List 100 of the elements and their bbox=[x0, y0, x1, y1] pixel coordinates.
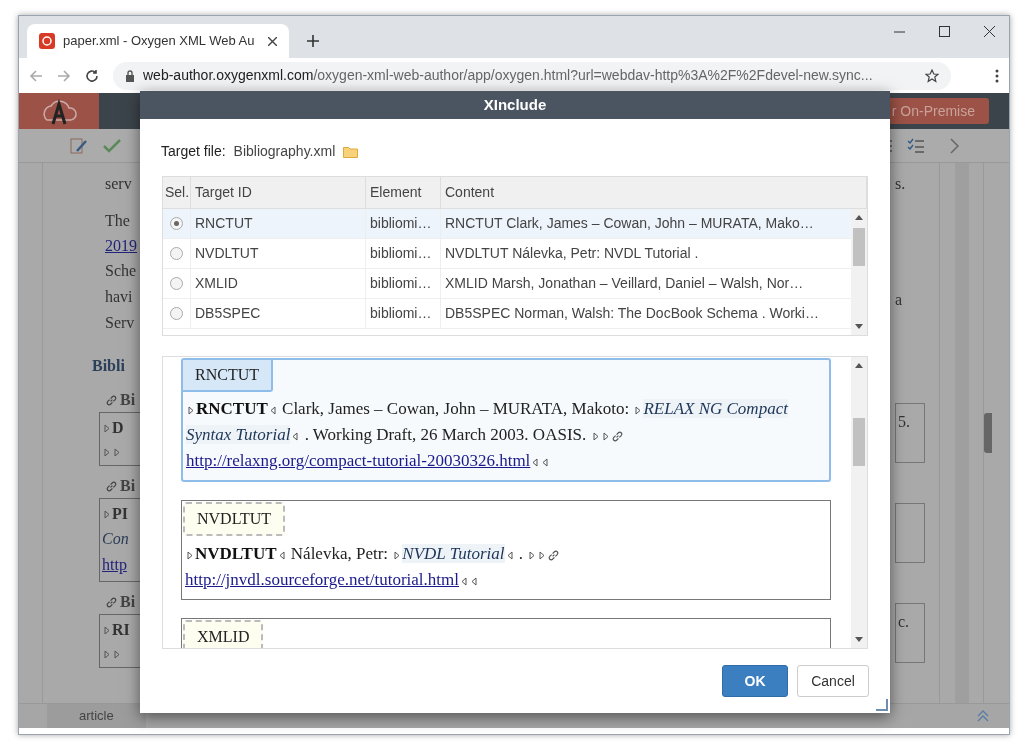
table-cell: bibliomi… bbox=[366, 299, 441, 328]
table-cell-text: DB5SPEC Norman, Walsh: The DocBook Schema . Worki… bbox=[444, 304, 820, 323]
entry-fragment: Con bbox=[102, 529, 130, 549]
entry-text: . bbox=[517, 544, 525, 563]
title-text: NVDL Tutorial bbox=[402, 544, 505, 563]
table-cell: DB5SPEC bbox=[191, 299, 366, 328]
paragraph-fragment: The bbox=[105, 211, 130, 231]
checklist-icon[interactable] bbox=[907, 137, 925, 154]
table-row[interactable]: DB5SPEC bibliomi… DB5SPEC Norman, Walsh: The DocBook Schema . Worki… bbox=[163, 299, 851, 329]
tag-start-icon bbox=[187, 550, 193, 560]
column-header[interactable]: Target ID bbox=[191, 177, 366, 208]
paragraph-fragment: serv bbox=[105, 174, 132, 194]
url-link[interactable]: http://relaxng.org/compact-tutorial-20030326.html bbox=[186, 451, 531, 470]
maximize-icon[interactable] bbox=[939, 26, 950, 37]
entry-text: . Working Draft, 26 March 2003. OASIS. bbox=[303, 425, 588, 444]
link-fragment: http bbox=[102, 555, 128, 576]
ok-button[interactable]: OK bbox=[722, 665, 788, 697]
close-icon[interactable] bbox=[984, 26, 995, 37]
entry-id-label: NVDLTUT bbox=[183, 502, 286, 536]
chevron-right-icon[interactable] bbox=[949, 137, 959, 154]
table-cell: NVDLTUT bbox=[191, 239, 366, 268]
entry-text: Clark, James – Cowan, John – MURATA, Makoto: bbox=[281, 399, 631, 418]
entry-card[interactable]: NVDLTUT NVDLTUT Nálevka, Petr: NVDL Tutorial . http://jnvdl.sourceforge.net/tutorial.html bbox=[181, 500, 831, 600]
lock-icon bbox=[125, 69, 135, 82]
table-cell: bibliomi… bbox=[366, 239, 441, 268]
entry-box: c. bbox=[895, 603, 925, 663]
new-tab-icon[interactable] bbox=[307, 35, 319, 47]
entry-text: Nálevka, Petr: bbox=[289, 544, 390, 563]
table-cell: RNCTUT bbox=[191, 209, 366, 238]
check-icon[interactable] bbox=[103, 137, 121, 154]
tag-start-icon bbox=[104, 625, 110, 635]
edit-icon[interactable] bbox=[69, 135, 89, 156]
entry-fragment: D bbox=[112, 418, 124, 438]
column-header[interactable]: Sel. bbox=[163, 177, 191, 208]
entry-fragment: Bi bbox=[120, 390, 136, 410]
app-logo-icon bbox=[39, 33, 55, 49]
star-icon[interactable] bbox=[925, 68, 939, 83]
tag-end-icon bbox=[292, 431, 299, 441]
table-row[interactable]: XMLID bibliomi… XMLID Marsh, Jonathan – Veillard, Daniel – Walsh, Nor… bbox=[163, 269, 851, 299]
reload-icon[interactable] bbox=[85, 68, 99, 83]
tag-end-icon bbox=[506, 550, 513, 560]
table-cell: XMLID bbox=[191, 269, 366, 298]
url-text: web-author.oxygenxml.com/oxygen-xml-web-author/app/oxygen.html?url=webdav-http%3A%2F%2Fdevel-new.sync... bbox=[143, 66, 874, 85]
entry-card[interactable]: RNCTUT RNCTUT Clark, James – Cowan, John – MURATA, Makoto: RELAX NG Compact Syntax Tutorial . Working Draft, 26 March 2003. OASIS. http://relaxng.org/compact-tutorial-20030326.html bbox=[181, 358, 831, 482]
paragraph-fragment: havi bbox=[105, 287, 133, 307]
radio-button[interactable] bbox=[170, 307, 183, 320]
scrollbar[interactable] bbox=[851, 209, 867, 335]
expand-up-icon[interactable] bbox=[977, 710, 989, 722]
panel-handle[interactable] bbox=[984, 413, 992, 453]
radio-button[interactable] bbox=[170, 217, 183, 230]
table-cell: bibliomi… bbox=[366, 209, 441, 238]
resize-handle-icon[interactable] bbox=[874, 697, 888, 711]
scroll-up-icon[interactable] bbox=[855, 363, 863, 368]
cancel-button[interactable]: Cancel bbox=[797, 665, 869, 697]
browser-tab[interactable]: paper.xml - Oxygen XML Web Au bbox=[27, 24, 289, 58]
scrollbar[interactable] bbox=[851, 357, 867, 648]
radio-button[interactable] bbox=[170, 247, 183, 260]
close-icon[interactable] bbox=[268, 36, 277, 46]
forward-icon[interactable] bbox=[57, 68, 71, 83]
scroll-thumb[interactable] bbox=[853, 228, 865, 266]
scroll-down-icon[interactable] bbox=[855, 637, 863, 642]
entry-box: 5. bbox=[895, 403, 925, 463]
paragraph-fragment: s. bbox=[895, 174, 906, 194]
tag-start-icon bbox=[188, 405, 194, 415]
tag-start-icon bbox=[104, 423, 110, 433]
status-tab[interactable]: article bbox=[47, 704, 146, 728]
url-link[interactable]: http://jnvdl.sourceforge.net/tutorial.html bbox=[185, 570, 459, 589]
column-header[interactable]: Element bbox=[366, 177, 441, 208]
table-row[interactable]: NVDLTUT bibliomi… NVDLTUT Nálevka, Petr: NVDL Tutorial . bbox=[163, 239, 851, 269]
paragraph-fragment: a bbox=[895, 290, 903, 310]
table-row[interactable]: RNCTUT bibliomi… RNCTUT Clark, James – Cowan, John – MURATA, Mako… bbox=[163, 209, 851, 239]
folder-icon[interactable] bbox=[343, 145, 359, 158]
tab-title: paper.xml - Oxygen XML Web Au bbox=[63, 32, 256, 51]
entry-card[interactable]: XMLID bbox=[181, 618, 831, 648]
paragraph-fragment: Sche bbox=[105, 261, 137, 281]
back-icon[interactable] bbox=[29, 68, 43, 83]
link-icon bbox=[105, 393, 118, 407]
tag-start-icon bbox=[104, 509, 110, 519]
scroll-up-icon[interactable] bbox=[855, 215, 863, 220]
radio-button[interactable] bbox=[170, 277, 183, 290]
dialog-title: XInclude bbox=[140, 91, 890, 119]
more-icon[interactable] bbox=[995, 68, 999, 83]
tag-end-icon bbox=[269, 405, 276, 415]
entry-fragment: Bi bbox=[120, 592, 136, 612]
tag-start-icon bbox=[635, 405, 642, 415]
scroll-down-icon[interactable] bbox=[855, 324, 863, 329]
element-name: NVDLTUT bbox=[195, 544, 277, 563]
link-icon bbox=[610, 429, 624, 443]
paragraph-fragment: Serv bbox=[105, 313, 135, 333]
table-cell: bibliomi… bbox=[366, 269, 441, 298]
entry-box bbox=[895, 503, 925, 563]
table-cell-text: XMLID Marsh, Jonathan – Veillard, Daniel – Walsh, Nor… bbox=[444, 274, 805, 293]
tag-start-icon bbox=[394, 550, 401, 560]
address-bar[interactable]: web-author.oxygenxml.com/oxygen-xml-web-author/app/oxygen.html?url=webdav-http%3A%2F%2Fdevel-new.sync... bbox=[113, 61, 951, 90]
scroll-thumb[interactable] bbox=[853, 418, 865, 466]
link-fragment: 2019 bbox=[105, 236, 137, 256]
element-name: RNCTUT bbox=[196, 399, 268, 418]
file-name: Bibliography.xml bbox=[233, 142, 336, 161]
entry-fragment: PI bbox=[112, 504, 128, 524]
column-header[interactable]: Content bbox=[441, 177, 867, 208]
